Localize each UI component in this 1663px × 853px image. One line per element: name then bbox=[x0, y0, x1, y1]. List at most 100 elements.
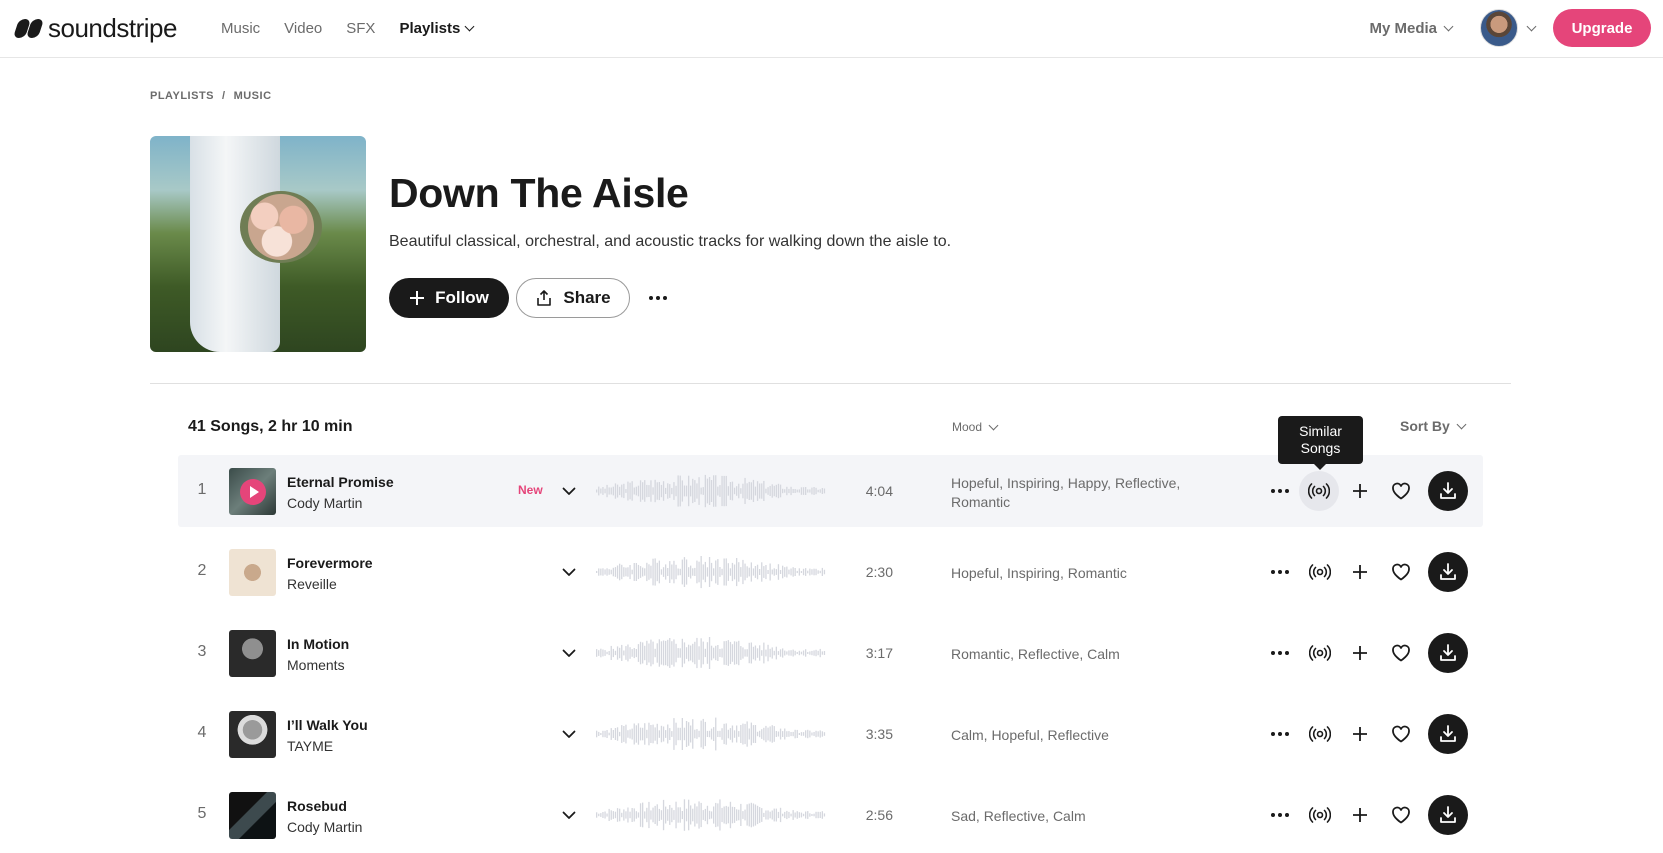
song-artist[interactable]: Cody Martin bbox=[287, 819, 362, 835]
song-more-button[interactable] bbox=[1268, 803, 1292, 827]
nav-sfx[interactable]: SFX bbox=[346, 20, 375, 37]
song-duration: 4:04 bbox=[865, 483, 893, 499]
heart-icon bbox=[1392, 563, 1410, 581]
similar-songs-button[interactable] bbox=[1308, 641, 1332, 665]
logo[interactable]: soundstripe bbox=[12, 13, 177, 43]
share-button[interactable]: Share bbox=[516, 278, 630, 318]
breadcrumb: PLAYLISTS / MUSIC bbox=[150, 90, 272, 102]
heart-icon bbox=[1392, 644, 1410, 662]
breadcrumb-music[interactable]: MUSIC bbox=[234, 90, 272, 102]
download-button[interactable] bbox=[1428, 471, 1468, 511]
song-row[interactable]: 2 Forevermore Reveille 2:30 Hopeful, Inspiri… bbox=[178, 536, 1483, 608]
top-header: soundstripe Music Video SFX Playlists My… bbox=[0, 0, 1663, 58]
waveform[interactable] bbox=[596, 473, 826, 509]
song-title[interactable]: Forevermore bbox=[287, 555, 373, 571]
chevron-down-icon bbox=[464, 21, 475, 31]
download-button[interactable] bbox=[1428, 633, 1468, 673]
song-moods-line-1: Romantic, Reflective, Calm bbox=[951, 646, 1120, 662]
song-count-summary: 41 Songs, 2 hr 10 min bbox=[188, 418, 353, 435]
plus-icon bbox=[1353, 808, 1367, 822]
song-moods-line-2: Romantic bbox=[951, 494, 1011, 510]
track-artwork[interactable] bbox=[229, 792, 276, 839]
song-row[interactable]: 4 I’ll Walk You TAYME 3:35 Calm, Hopeful, Re… bbox=[178, 698, 1483, 770]
chevron-down-icon bbox=[1456, 419, 1467, 429]
similar-songs-button[interactable] bbox=[1299, 471, 1339, 511]
add-to-playlist-button[interactable] bbox=[1348, 560, 1372, 584]
favorite-button[interactable] bbox=[1389, 479, 1413, 503]
download-icon bbox=[1440, 725, 1456, 742]
add-to-playlist-button[interactable] bbox=[1348, 479, 1372, 503]
track-artwork[interactable] bbox=[229, 549, 276, 596]
mood-filter[interactable]: Mood bbox=[952, 420, 999, 434]
similar-songs-button[interactable] bbox=[1308, 803, 1332, 827]
similar-songs-button[interactable] bbox=[1308, 560, 1332, 584]
similar-songs-button[interactable] bbox=[1308, 722, 1332, 746]
song-moods-line-1: Sad, Reflective, Calm bbox=[951, 808, 1086, 824]
play-icon[interactable] bbox=[240, 479, 266, 505]
follow-label: Follow bbox=[435, 288, 489, 307]
song-more-button[interactable] bbox=[1268, 722, 1292, 746]
playlist-cover-image bbox=[150, 136, 366, 352]
song-artist[interactable]: Cody Martin bbox=[287, 495, 362, 511]
expand-row-button[interactable] bbox=[561, 807, 577, 823]
song-more-button[interactable] bbox=[1268, 641, 1292, 665]
expand-row-button[interactable] bbox=[561, 645, 577, 661]
download-button[interactable] bbox=[1428, 552, 1468, 592]
plus-icon bbox=[1353, 565, 1367, 579]
song-title[interactable]: Rosebud bbox=[287, 798, 347, 814]
song-duration: 2:56 bbox=[865, 807, 893, 823]
nav-music[interactable]: Music bbox=[221, 20, 260, 37]
breadcrumb-playlists[interactable]: PLAYLISTS bbox=[150, 90, 214, 102]
expand-row-button[interactable] bbox=[561, 564, 577, 580]
song-title[interactable]: Eternal Promise bbox=[287, 474, 394, 490]
plus-icon bbox=[1353, 727, 1367, 741]
heart-icon bbox=[1392, 482, 1410, 500]
track-number: 5 bbox=[197, 805, 207, 822]
song-more-button[interactable] bbox=[1268, 479, 1292, 503]
expand-row-button[interactable] bbox=[561, 483, 577, 499]
add-to-playlist-button[interactable] bbox=[1348, 722, 1372, 746]
song-row[interactable]: 5 Rosebud Cody Martin 2:56 Sad, Reflective, … bbox=[178, 779, 1483, 851]
follow-button[interactable]: Follow bbox=[389, 278, 509, 318]
favorite-button[interactable] bbox=[1389, 560, 1413, 584]
account-menu[interactable] bbox=[1480, 9, 1537, 47]
nav-video[interactable]: Video bbox=[284, 20, 322, 37]
waveform[interactable] bbox=[596, 716, 826, 752]
heart-icon bbox=[1392, 725, 1410, 743]
song-more-button[interactable] bbox=[1268, 560, 1292, 584]
upgrade-button[interactable]: Upgrade bbox=[1553, 9, 1651, 47]
song-row[interactable]: 3 In Motion Moments 3:17 Romantic, Reflectiv… bbox=[178, 617, 1483, 689]
track-number: 3 bbox=[197, 643, 207, 660]
song-artist[interactable]: Moments bbox=[287, 657, 345, 673]
favorite-button[interactable] bbox=[1389, 803, 1413, 827]
add-to-playlist-button[interactable] bbox=[1348, 641, 1372, 665]
download-button[interactable] bbox=[1428, 795, 1468, 835]
song-artist[interactable]: TAYME bbox=[287, 738, 333, 754]
playlist-description: Beautiful classical, orchestral, and aco… bbox=[389, 233, 952, 250]
track-artwork[interactable] bbox=[229, 468, 276, 515]
sort-by-menu[interactable]: Sort By bbox=[1400, 418, 1467, 434]
song-duration: 2:30 bbox=[865, 564, 893, 580]
tooltip-line-1: Similar bbox=[1299, 423, 1342, 439]
waveform[interactable] bbox=[596, 635, 826, 671]
chevron-down-icon bbox=[1443, 21, 1454, 31]
favorite-button[interactable] bbox=[1389, 722, 1413, 746]
playlist-more-button[interactable] bbox=[646, 286, 670, 310]
song-artist[interactable]: Reveille bbox=[287, 576, 337, 592]
favorite-button[interactable] bbox=[1389, 641, 1413, 665]
my-media-menu[interactable]: My Media bbox=[1369, 20, 1454, 37]
nav-playlists[interactable]: Playlists bbox=[399, 20, 475, 37]
plus-icon bbox=[1353, 484, 1367, 498]
expand-row-button[interactable] bbox=[561, 726, 577, 742]
song-title[interactable]: I’ll Walk You bbox=[287, 717, 368, 733]
waveform[interactable] bbox=[596, 797, 826, 833]
waveform[interactable] bbox=[596, 554, 826, 590]
add-to-playlist-button[interactable] bbox=[1348, 803, 1372, 827]
download-button[interactable] bbox=[1428, 714, 1468, 754]
track-artwork[interactable] bbox=[229, 711, 276, 758]
download-icon bbox=[1440, 563, 1456, 580]
track-artwork[interactable] bbox=[229, 630, 276, 677]
song-title[interactable]: In Motion bbox=[287, 636, 349, 652]
more-horizontal-icon bbox=[1271, 489, 1289, 493]
song-row[interactable]: 1 Eternal Promise Cody Martin New 4:04 Hopefu… bbox=[178, 455, 1483, 527]
